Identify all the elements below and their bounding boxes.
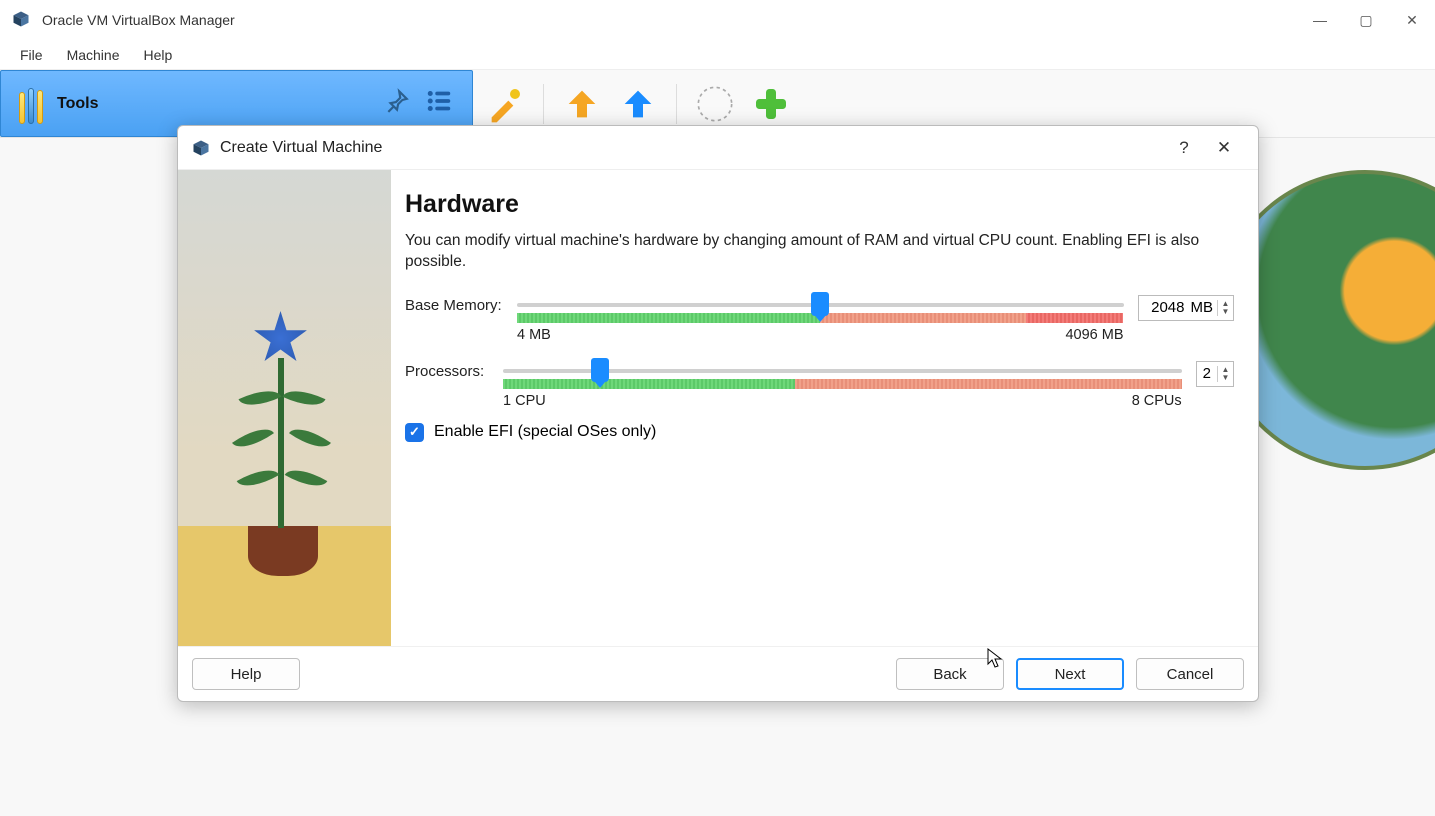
list-icon[interactable] <box>424 86 454 121</box>
efi-checkbox[interactable]: ✓ <box>405 423 424 442</box>
virtualbox-icon <box>12 10 32 30</box>
memory-slider[interactable] <box>517 295 1124 325</box>
cancel-button[interactable]: Cancel <box>1136 658 1244 690</box>
cpu-slider-thumb[interactable] <box>591 358 609 382</box>
memory-spinbox[interactable]: 2048 MB ▲▼ <box>1138 295 1235 321</box>
menu-file[interactable]: File <box>8 43 55 67</box>
dialog-help-icon[interactable]: ? <box>1164 138 1204 158</box>
cpu-value[interactable]: 2 <box>1197 365 1217 382</box>
next-button[interactable]: Next <box>1016 658 1124 690</box>
add-icon[interactable] <box>749 82 793 126</box>
memory-slider-thumb[interactable] <box>811 292 829 316</box>
efi-label: Enable EFI (special OSes only) <box>434 423 656 441</box>
page-description: You can modify virtual machine's hardwar… <box>405 231 1234 273</box>
cpu-max-label: 8 CPUs <box>1132 393 1182 409</box>
memory-unit: MB <box>1191 299 1218 316</box>
dialog-footer: Help Back Next Cancel <box>178 646 1258 701</box>
help-button[interactable]: Help <box>192 658 300 690</box>
memory-max-label: 4096 MB <box>1065 327 1123 343</box>
virtualbox-icon <box>192 139 210 157</box>
cpu-min-label: 1 CPU <box>503 393 546 409</box>
memory-decrement[interactable]: ▼ <box>1218 308 1233 316</box>
window-title: Oracle VM VirtualBox Manager <box>42 12 235 28</box>
memory-label: Base Memory: <box>405 295 503 314</box>
menu-bar: File Machine Help <box>0 40 1435 70</box>
back-button[interactable]: Back <box>896 658 1004 690</box>
memory-min-label: 4 MB <box>517 327 551 343</box>
wizard-illustration <box>178 170 391 646</box>
cpu-slider[interactable] <box>503 361 1182 391</box>
create-vm-dialog: Create Virtual Machine ? ✕ Hardware You … <box>177 125 1259 702</box>
menu-machine[interactable]: Machine <box>55 43 132 67</box>
tools-icon <box>19 84 43 124</box>
cpu-label: Processors: <box>405 361 489 380</box>
tools-label: Tools <box>57 95 98 113</box>
pin-icon[interactable] <box>384 88 410 119</box>
dialog-title: Create Virtual Machine <box>220 139 382 157</box>
memory-value[interactable]: 2048 <box>1139 299 1191 316</box>
cpu-decrement[interactable]: ▼ <box>1218 374 1233 382</box>
new-icon[interactable] <box>693 82 737 126</box>
page-heading: Hardware <box>405 190 1234 219</box>
preferences-icon[interactable] <box>483 82 527 126</box>
main-window-titlebar: Oracle VM VirtualBox Manager — ▢ ✕ <box>0 0 1435 40</box>
close-button[interactable]: ✕ <box>1389 0 1435 40</box>
menu-help[interactable]: Help <box>131 43 184 67</box>
dialog-titlebar: Create Virtual Machine ? ✕ <box>178 126 1258 170</box>
import-icon[interactable] <box>560 82 604 126</box>
maximize-button[interactable]: ▢ <box>1343 0 1389 40</box>
export-icon[interactable] <box>616 82 660 126</box>
dialog-close-icon[interactable]: ✕ <box>1204 138 1244 158</box>
minimize-button[interactable]: — <box>1297 0 1343 40</box>
cpu-spinbox[interactable]: 2 ▲▼ <box>1196 361 1234 387</box>
